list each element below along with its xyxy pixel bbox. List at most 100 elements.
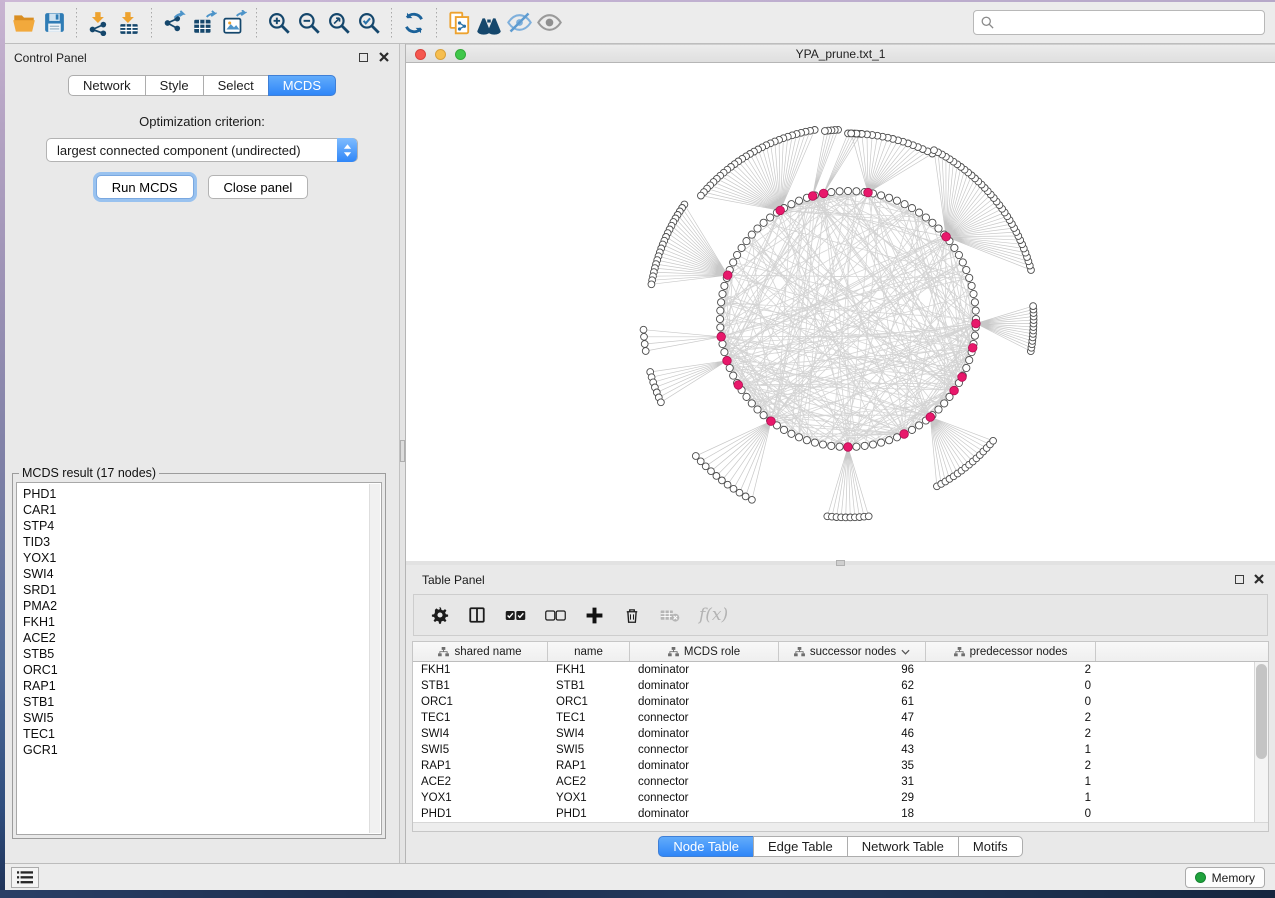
network-title: YPA_prune.txt_1	[796, 47, 886, 61]
mcds-result-item[interactable]: SWI4	[23, 566, 381, 582]
zoom-out-icon[interactable]	[294, 8, 324, 38]
table-row[interactable]: PHD1PHD1dominator180	[413, 806, 1268, 822]
mcds-result-item[interactable]: GCR1	[23, 742, 381, 758]
control-panel-tabs: Network Style Select MCDS	[5, 70, 399, 100]
network-titlebar[interactable]: YPA_prune.txt_1	[406, 44, 1275, 63]
delete-table-disabled-icon	[660, 608, 680, 623]
network-canvas[interactable]	[406, 65, 1275, 565]
table-row[interactable]: ORC1ORC1dominator610	[413, 694, 1268, 710]
toggle-columns-icon[interactable]	[468, 606, 486, 624]
table-row[interactable]: STB1STB1dominator620	[413, 678, 1268, 694]
float-panel-icon[interactable]	[357, 51, 369, 63]
table-row[interactable]: FKH1FKH1dominator962	[413, 662, 1268, 678]
select-all-rows-icon[interactable]	[505, 609, 526, 622]
show-graphics-details-icon[interactable]	[534, 8, 564, 38]
table-cell: SWI5	[413, 742, 548, 758]
table-settings-gear-icon[interactable]	[431, 606, 449, 624]
table-row[interactable]: YOX1YOX1connector291	[413, 790, 1268, 806]
table-horizontal-scrollbar[interactable]	[413, 822, 1268, 831]
zoom-fit-icon[interactable]	[324, 8, 354, 38]
mcds-list-scrollbar[interactable]	[369, 484, 380, 833]
minimize-window-icon[interactable]	[435, 49, 446, 60]
hide-selected-icon[interactable]	[504, 8, 534, 38]
mcds-result-item[interactable]: SWI5	[23, 710, 381, 726]
mcds-result-item[interactable]: CAR1	[23, 502, 381, 518]
tab-style[interactable]: Style	[145, 75, 204, 96]
save-session-icon[interactable]	[39, 8, 69, 38]
first-neighbors-icon[interactable]	[474, 8, 504, 38]
tab-motifs[interactable]: Motifs	[958, 836, 1023, 857]
mcds-result-item[interactable]: TEC1	[23, 726, 381, 742]
import-network-icon[interactable]	[84, 8, 114, 38]
mcds-result-item[interactable]: YOX1	[23, 550, 381, 566]
refresh-layout-icon[interactable]	[399, 8, 429, 38]
tab-mcds[interactable]: MCDS	[268, 75, 336, 96]
search-input[interactable]	[973, 10, 1265, 35]
app-window: Control Panel Network Style Select MCDS …	[5, 2, 1275, 890]
close-window-icon[interactable]	[415, 49, 426, 60]
float-table-panel-icon[interactable]	[1233, 573, 1245, 585]
mcds-result-item[interactable]: PMA2	[23, 598, 381, 614]
zoom-in-icon[interactable]	[264, 8, 294, 38]
close-panel-button[interactable]: Close panel	[208, 175, 309, 199]
mcds-result-item[interactable]: STB5	[23, 646, 381, 662]
mcds-result-item[interactable]: FKH1	[23, 614, 381, 630]
export-table-icon[interactable]	[189, 8, 219, 38]
import-table-icon[interactable]	[114, 8, 144, 38]
horizontal-splitter-handle[interactable]	[836, 560, 845, 566]
table-panel: Table Panel	[406, 565, 1275, 863]
column-header-shared-name[interactable]: shared name	[413, 642, 548, 661]
mcds-result-item[interactable]: STB1	[23, 694, 381, 710]
network-graph[interactable]	[406, 65, 1275, 562]
vertical-splitter-handle[interactable]	[400, 440, 405, 462]
column-header-predecessor-nodes[interactable]: predecessor nodes	[926, 642, 1096, 661]
table-cell: ACE2	[413, 774, 548, 790]
open-file-icon[interactable]	[9, 8, 39, 38]
column-header-filler	[1096, 642, 1268, 661]
memory-button[interactable]: Memory	[1185, 867, 1265, 888]
mcds-result-item[interactable]: ACE2	[23, 630, 381, 646]
table-cell: 31	[779, 774, 926, 790]
column-header-successor-nodes[interactable]: successor nodes	[779, 642, 926, 661]
deselect-all-rows-icon[interactable]	[545, 609, 566, 622]
table-row[interactable]: SWI5SWI5connector431	[413, 742, 1268, 758]
table-header-row: shared name name MCDS role successor nod…	[413, 642, 1268, 662]
export-network-icon[interactable]	[159, 8, 189, 38]
zoom-selected-icon[interactable]	[354, 8, 384, 38]
task-history-button[interactable]	[11, 867, 39, 888]
delete-column-icon[interactable]	[623, 606, 641, 625]
tab-node-table[interactable]: Node Table	[658, 836, 754, 857]
table-cell: YOX1	[413, 790, 548, 806]
tab-network-table[interactable]: Network Table	[847, 836, 959, 857]
criterion-dropdown[interactable]: largest connected component (undirected)	[46, 138, 358, 162]
run-mcds-button[interactable]: Run MCDS	[96, 175, 194, 199]
export-image-icon[interactable]	[219, 8, 249, 38]
column-header-mcds-role[interactable]: MCDS role	[630, 642, 779, 661]
maximize-window-icon[interactable]	[455, 49, 466, 60]
mcds-result-item[interactable]: ORC1	[23, 662, 381, 678]
copy-network-icon[interactable]	[444, 8, 474, 38]
column-header-name[interactable]: name	[548, 642, 630, 661]
mcds-result-item[interactable]: TID3	[23, 534, 381, 550]
table-cell: connector	[630, 774, 779, 790]
table-scrollbar-thumb[interactable]	[1256, 664, 1267, 759]
mcds-result-item[interactable]: STP4	[23, 518, 381, 534]
close-panel-icon[interactable]	[378, 51, 390, 63]
tab-edge-table[interactable]: Edge Table	[753, 836, 848, 857]
table-vertical-scrollbar[interactable]	[1254, 662, 1268, 822]
tab-select[interactable]: Select	[203, 75, 269, 96]
dropdown-stepper-icon	[337, 138, 357, 162]
table-cell: 1	[926, 774, 1096, 790]
add-column-icon[interactable]	[585, 606, 604, 625]
mcds-result-item[interactable]: SRD1	[23, 582, 381, 598]
mcds-result-item[interactable]: RAP1	[23, 678, 381, 694]
mcds-result-item[interactable]: PHD1	[23, 486, 381, 502]
table-row[interactable]: ACE2ACE2connector311	[413, 774, 1268, 790]
tab-network[interactable]: Network	[68, 75, 146, 96]
table-row[interactable]: TEC1TEC1connector472	[413, 710, 1268, 726]
close-table-panel-icon[interactable]	[1253, 573, 1265, 585]
vertical-splitter[interactable]	[399, 44, 406, 863]
mcds-result-list[interactable]: PHD1CAR1STP4TID3YOX1SWI4SRD1PMA2FKH1ACE2…	[16, 482, 382, 835]
table-row[interactable]: RAP1RAP1dominator352	[413, 758, 1268, 774]
table-row[interactable]: SWI4SWI4dominator462	[413, 726, 1268, 742]
